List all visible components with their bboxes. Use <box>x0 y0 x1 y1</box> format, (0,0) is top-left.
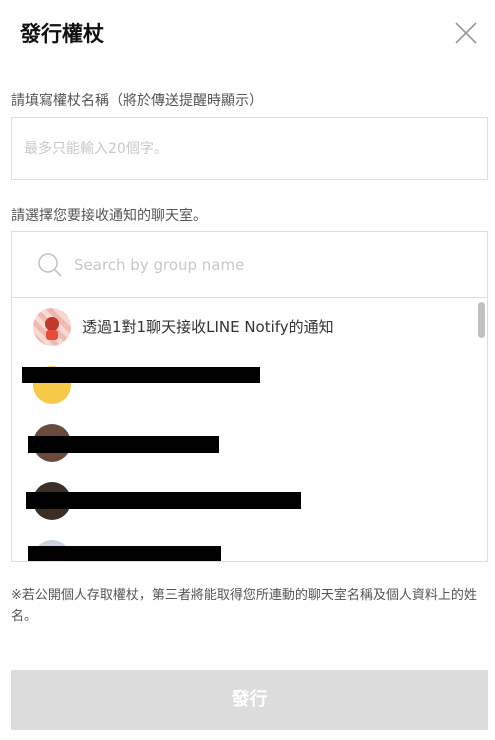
chat-room-item-one-on-one[interactable]: 透過1對1聊天接收LINE Notify的通知 <box>12 298 472 356</box>
redacted-name <box>22 367 260 383</box>
redacted-name <box>26 492 301 509</box>
privacy-note: ※若公開個人存取權杖，第三者將能取得您所連動的聊天室名稱及個人資料上的姓名。 <box>11 588 477 624</box>
issue-token-button[interactable]: 發行 <box>11 670 488 730</box>
scrollbar-thumb[interactable] <box>478 302 485 338</box>
close-icon[interactable] <box>453 20 479 46</box>
line-notify-avatar <box>33 308 71 346</box>
group-search-input[interactable] <box>74 250 454 280</box>
redacted-name <box>28 436 219 453</box>
dialog-title: 發行權杖 <box>20 22 104 46</box>
chat-room-label: 請選擇您要接收通知的聊天室。 <box>11 208 207 224</box>
chat-room-item[interactable] <box>12 356 472 414</box>
token-name-field-box <box>11 117 488 180</box>
chat-room-item[interactable] <box>12 414 472 472</box>
chat-room-item[interactable] <box>12 530 472 561</box>
chat-room-item-label: 透過1對1聊天接收LINE Notify的通知 <box>82 318 334 336</box>
chat-room-item[interactable] <box>12 472 472 530</box>
search-icon <box>38 253 62 277</box>
redacted-name <box>28 546 221 561</box>
token-name-input[interactable] <box>12 118 487 179</box>
chat-room-selector: 透過1對1聊天接收LINE Notify的通知 <box>11 231 488 562</box>
character-icon <box>45 317 59 340</box>
chat-room-list: 透過1對1聊天接收LINE Notify的通知 <box>12 298 472 561</box>
group-search-bar <box>12 232 487 298</box>
scrollbar[interactable] <box>475 298 487 561</box>
token-name-label: 請填寫權杖名稱（將於傳送提醒時顯示） <box>11 93 263 109</box>
